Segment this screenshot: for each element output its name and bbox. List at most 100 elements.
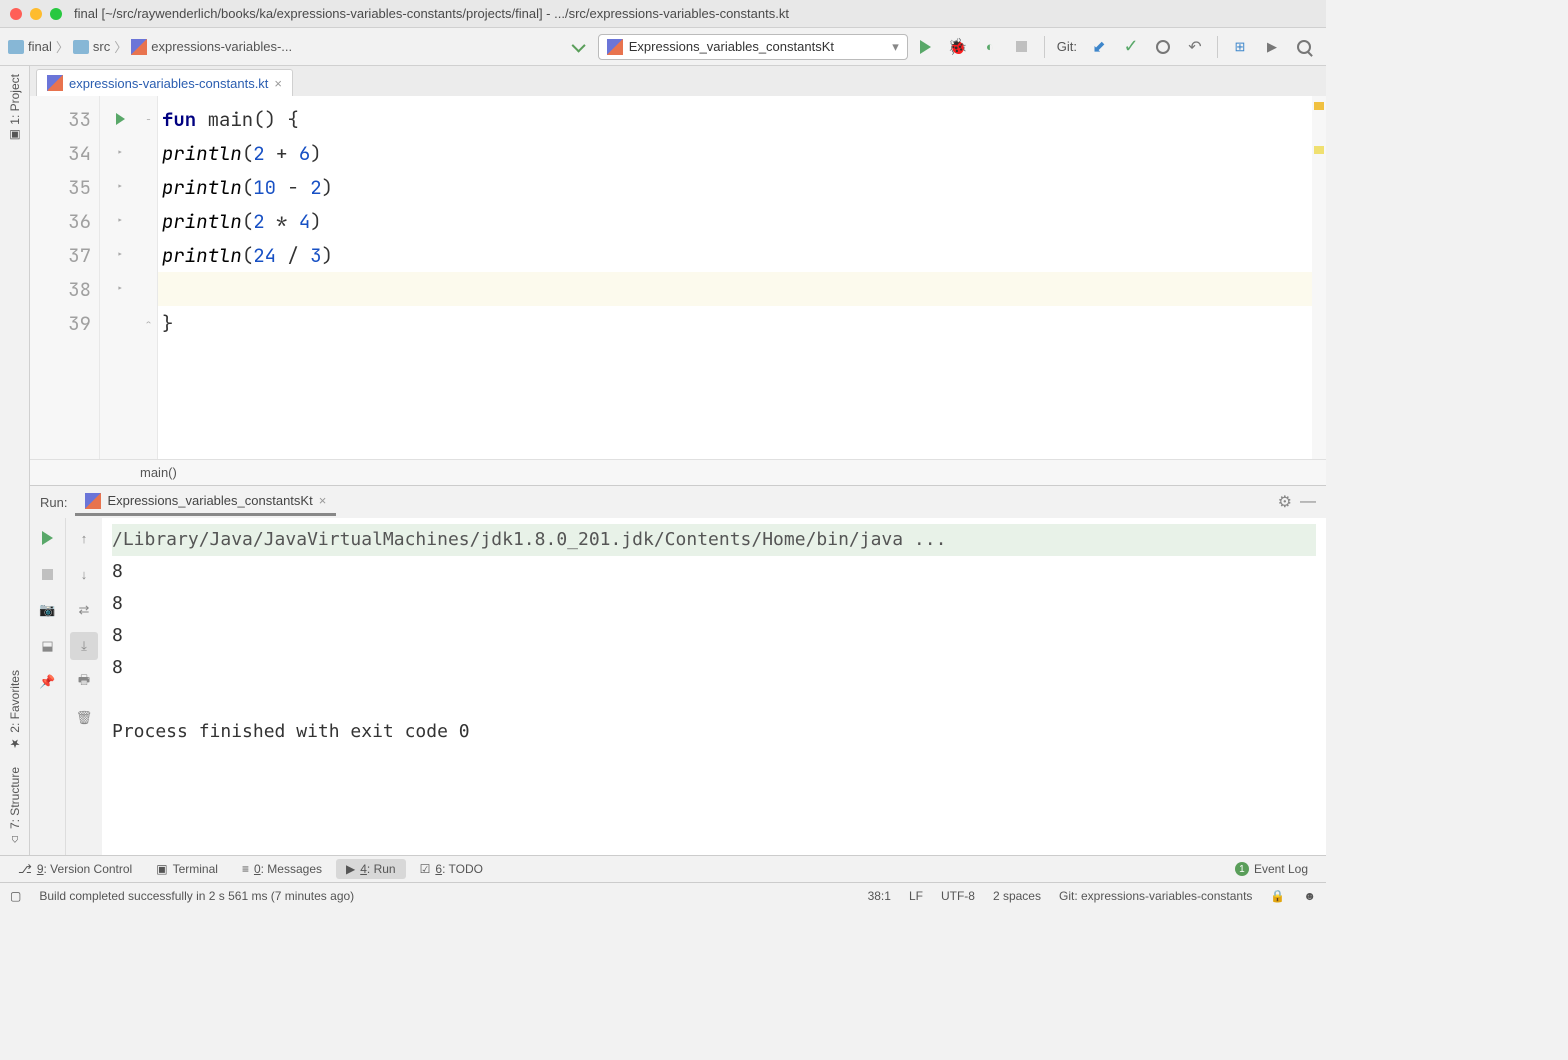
bug-icon: 🐞 [948, 37, 968, 57]
window-titlebar: final [~/src/raywenderlich/books/ka/expr… [0, 0, 1326, 28]
folder-icon [8, 40, 24, 54]
inspector-icon[interactable]: ☻ [1303, 889, 1316, 903]
window-title: final [~/src/raywenderlich/books/ka/expr… [74, 6, 789, 21]
scroll-end-icon: ⤓ [81, 638, 87, 654]
up-stack-button[interactable]: ↑ [70, 524, 98, 552]
pin-button[interactable]: 📌 [34, 668, 62, 696]
status-icon[interactable]: ▢ [10, 889, 21, 903]
project-icon: ▣ [8, 129, 22, 143]
messages-tab[interactable]: ≡0: Messages [232, 859, 332, 879]
run-panel-header: Run: Expressions_variables_constantsKt ×… [30, 486, 1326, 518]
stripe-marker[interactable] [1314, 102, 1324, 110]
minimize-icon[interactable]: — [1300, 493, 1316, 511]
close-window-button[interactable] [10, 8, 22, 20]
layout-button[interactable]: ⬓ [34, 632, 62, 660]
scroll-to-end-button[interactable]: ⤓ [70, 632, 98, 660]
minimize-window-button[interactable] [30, 8, 42, 20]
build-button[interactable] [566, 34, 594, 60]
run-panel-tab[interactable]: Expressions_variables_constantsKt × [75, 489, 336, 516]
git-history-button[interactable] [1149, 34, 1177, 60]
trash-icon: 🗑 [76, 710, 93, 726]
run-anything-button[interactable]: ▶ [1258, 34, 1286, 60]
file-encoding[interactable]: UTF-8 [941, 889, 975, 903]
git-revert-button[interactable]: ↶ [1181, 34, 1209, 60]
status-message: Build completed successfully in 2 s 561 … [39, 889, 849, 903]
todo-tab[interactable]: ☑6: TODO [410, 859, 493, 879]
stop-icon [1016, 41, 1027, 52]
structure-tool-tab[interactable]: ⌂7: Structure [4, 759, 26, 855]
editor-tab-label: expressions-variables-constants.kt [69, 76, 268, 91]
breadcrumb-item[interactable]: final [8, 39, 52, 54]
dump-threads-button[interactable]: 📷 [34, 596, 62, 624]
project-structure-button[interactable]: ⊞ [1226, 34, 1254, 60]
left-tool-gutter: ▣1: Project ★2: Favorites ⌂7: Structure [0, 66, 30, 855]
coverage-button[interactable]: ◐ [976, 34, 1004, 60]
run-panel-label: Run: [40, 495, 67, 510]
fold-gutter[interactable]: −⌃ [140, 96, 158, 459]
close-tab-button[interactable]: × [274, 76, 282, 91]
status-bar: ▢ Build completed successfully in 2 s 56… [0, 882, 1326, 908]
stop-icon [42, 569, 53, 580]
stop-run-button[interactable] [34, 560, 62, 588]
close-run-tab-button[interactable]: × [319, 493, 327, 508]
terminal-tab[interactable]: ▣Terminal [146, 859, 228, 879]
run-button[interactable] [912, 34, 940, 60]
arrow-up-icon: ↑ [81, 531, 88, 546]
run-gutter[interactable]: ▸▸▸▸▸ [100, 96, 140, 459]
version-control-tab[interactable]: ⎇9: Version Control [8, 859, 142, 879]
structure-icon: ⊞ [1235, 39, 1246, 55]
pin-icon: 📌 [39, 674, 55, 690]
run-panel: Run: Expressions_variables_constantsKt ×… [30, 485, 1326, 855]
error-stripe[interactable] [1312, 96, 1326, 459]
run-config-label: Expressions_variables_constantsKt [629, 39, 834, 54]
lock-icon[interactable]: 🔒 [1270, 889, 1285, 903]
editor-tab[interactable]: expressions-variables-constants.kt × [36, 69, 293, 96]
code-body[interactable]: fun main() { println(2 + 6) println(10 -… [158, 96, 1326, 459]
coverage-icon: ◐ [986, 39, 994, 54]
arrow-down-icon: ↓ [81, 567, 88, 582]
maximize-window-button[interactable] [50, 8, 62, 20]
project-tool-tab[interactable]: ▣1: Project [4, 66, 26, 151]
play-icon [920, 40, 931, 54]
rerun-button[interactable] [34, 524, 62, 552]
stop-button[interactable] [1008, 34, 1036, 60]
search-everywhere-button[interactable] [1290, 34, 1318, 60]
editor-tab-row: expressions-variables-constants.kt × [30, 66, 1326, 96]
favorites-tool-tab[interactable]: ★2: Favorites [4, 662, 26, 759]
code-editor[interactable]: 33343536373839 ▸▸▸▸▸ −⌃ fun main() { pri… [30, 96, 1326, 459]
kotlin-file-icon [47, 75, 63, 91]
soft-wrap-button[interactable]: ⇄ [70, 596, 98, 624]
star-icon: ★ [8, 737, 22, 751]
run-anything-icon: ▶ [1267, 39, 1277, 55]
bottom-tool-tabs: ⎇9: Version Control ▣Terminal ≡0: Messag… [0, 855, 1326, 882]
play-icon: ▶ [346, 862, 355, 876]
console-output[interactable]: /Library/Java/JavaVirtualMachines/jdk1.8… [102, 518, 1326, 855]
main-toolbar: final 〉 src 〉 expressions-variables-... … [0, 28, 1326, 66]
debug-button[interactable]: 🐞 [944, 34, 972, 60]
breadcrumb-sep: 〉 [56, 37, 69, 56]
kotlin-file-icon [131, 39, 147, 55]
stripe-marker[interactable] [1314, 146, 1324, 154]
settings-icon[interactable]: ⚙ [1278, 492, 1292, 512]
down-stack-button[interactable]: ↓ [70, 560, 98, 588]
terminal-icon: ▣ [156, 862, 167, 876]
breadcrumb-sep: 〉 [114, 37, 127, 56]
run-tab[interactable]: ▶4: Run [336, 859, 406, 879]
run-toolbar-secondary: ↑ ↓ ⇄ ⤓ 🖶 🗑 [66, 518, 102, 855]
cursor-position[interactable]: 38:1 [868, 889, 891, 903]
structure-icon: ⌂ [8, 833, 22, 847]
event-log-tab[interactable]: 1Event Log [1225, 859, 1318, 879]
todo-icon: ☑ [420, 862, 431, 876]
print-button[interactable]: 🖶 [70, 668, 98, 696]
git-commit-button[interactable]: ✓ [1117, 34, 1145, 60]
breadcrumb-item[interactable]: expressions-variables-... [131, 39, 292, 55]
run-configuration-dropdown[interactable]: Expressions_variables_constantsKt ▾ [598, 34, 908, 60]
breadcrumb-item[interactable]: src [73, 39, 110, 54]
git-update-button[interactable]: ⬋ [1085, 34, 1113, 60]
separator [1217, 36, 1218, 58]
clear-button[interactable]: 🗑 [70, 704, 98, 732]
git-branch[interactable]: Git: expressions-variables-constants [1059, 889, 1252, 903]
kotlin-icon [607, 39, 623, 55]
indent-info[interactable]: 2 spaces [993, 889, 1041, 903]
line-separator[interactable]: LF [909, 889, 923, 903]
